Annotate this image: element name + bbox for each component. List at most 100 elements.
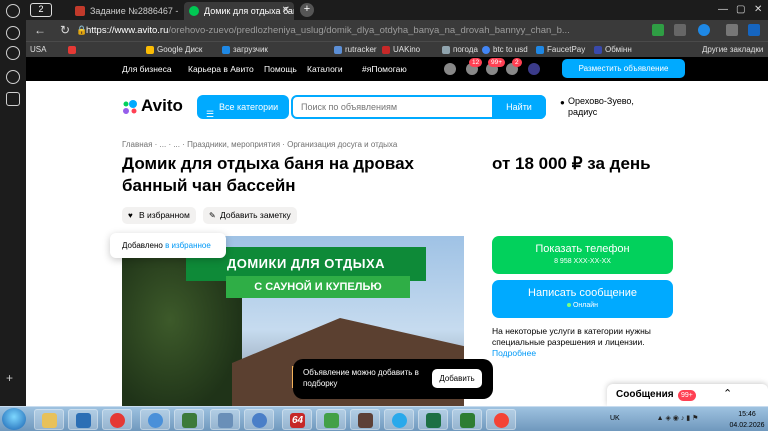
- folder-icon: [42, 413, 57, 428]
- phone-masked: 8 958 XXX-XX-XX: [554, 258, 611, 265]
- profile-icon[interactable]: [6, 4, 20, 18]
- messages-panel[interactable]: Сообщения 99+ ⌃: [607, 384, 768, 406]
- add-note-button[interactable]: ✎ Добавить заметку: [203, 207, 297, 224]
- location-city: Орехово-Зуево,: [568, 96, 634, 106]
- link-catalogs[interactable]: Каталоги: [307, 57, 343, 81]
- categories-label: Все категории: [219, 102, 279, 112]
- post-ad-button[interactable]: Разместить объявление: [562, 59, 685, 78]
- avito-logo[interactable]: Avito: [121, 96, 183, 116]
- add-panel-icon[interactable]: +: [6, 372, 20, 386]
- taskbar-app-green[interactable]: [452, 409, 482, 430]
- close-window-icon[interactable]: ✕: [754, 0, 762, 20]
- write-message-button[interactable]: Написать сообщение Онлайн: [492, 280, 673, 318]
- bookmark-weather[interactable]: погода: [442, 43, 478, 57]
- taskbar-network[interactable]: [140, 409, 170, 430]
- avatar[interactable]: [528, 63, 540, 75]
- tab-task[interactable]: Задание №2886467 - про: [70, 2, 180, 20]
- excel-icon: [426, 413, 441, 428]
- favorites-link[interactable]: в избранное: [165, 241, 211, 250]
- search-icon: ☰: [206, 109, 215, 119]
- cart-badge: 2: [512, 58, 522, 67]
- tab-label: Домик для отдыха баня: [204, 6, 294, 16]
- bookmark-usa[interactable]: USA: [30, 43, 46, 57]
- bookmark-icon: [68, 46, 76, 54]
- globe-icon: [148, 413, 163, 428]
- tree-icon: [182, 413, 197, 428]
- heart-icon: ♥: [128, 211, 133, 220]
- bookmark-faucetpay[interactable]: FaucetPay: [536, 43, 585, 57]
- bookmark-exchange[interactable]: Обмінн: [594, 43, 632, 57]
- reload-icon[interactable]: ↻: [60, 23, 70, 37]
- taskbar-yandex[interactable]: [486, 409, 516, 430]
- heart-icon[interactable]: [444, 63, 456, 75]
- five-icon[interactable]: [6, 92, 20, 106]
- extension-icon[interactable]: [698, 24, 710, 36]
- link-business[interactable]: Для бизнеса: [122, 57, 172, 81]
- tray-icons[interactable]: ▲ ◈ ◉ ♪ ▮ ⚑: [630, 413, 725, 424]
- bookmark-icons[interactable]: [68, 43, 144, 57]
- clock[interactable]: 15:46 04.02.2026: [728, 409, 766, 431]
- maximize-icon[interactable]: ▢: [736, 0, 745, 20]
- search-button[interactable]: Найти: [492, 95, 546, 119]
- messages-badge: 99+: [488, 58, 506, 67]
- bookmark-rutracker[interactable]: rutracker: [334, 43, 377, 57]
- bookmark-other[interactable]: Другие закладки: [702, 43, 763, 57]
- search-input[interactable]: [301, 100, 491, 114]
- license-text: На некоторые услуги в категории нужны сп…: [492, 326, 651, 347]
- chevron-up-icon[interactable]: ⌃: [723, 387, 732, 400]
- all-categories-button[interactable]: ☰ Все категории: [197, 95, 289, 119]
- bookmark-uakino[interactable]: UAKino: [382, 43, 420, 57]
- collection-toast: Объявление можно добавить в подборку Доб…: [293, 359, 493, 399]
- taskbar-app-mountain[interactable]: [210, 409, 240, 430]
- bookmark-btc[interactable]: btc to usd: [482, 43, 528, 57]
- link-career[interactable]: Карьера в Авито: [188, 57, 254, 81]
- new-tab-button[interactable]: +: [300, 3, 314, 17]
- add-to-collection-button[interactable]: Добавить: [432, 369, 482, 388]
- taskbar-app-cam[interactable]: [350, 409, 380, 430]
- taskbar-app-64[interactable]: 64: [282, 409, 312, 430]
- url-field[interactable]: https://www.avito.ru/orehovo-zuevo/predl…: [86, 23, 646, 39]
- download-icon[interactable]: [652, 24, 664, 36]
- breadcrumb[interactable]: Главная · ... · ... · Праздники, меропри…: [122, 140, 397, 149]
- more-link[interactable]: Подробнее: [492, 348, 682, 359]
- language-indicator[interactable]: UK: [610, 413, 620, 424]
- show-phone-label: Показать телефон: [535, 243, 630, 255]
- slice-icon: [324, 413, 339, 428]
- camera-icon: [358, 413, 373, 428]
- tab-avito[interactable]: Домик для отдыха баня ✕: [184, 2, 294, 20]
- menu-icon[interactable]: [726, 24, 738, 36]
- whatsapp-icon[interactable]: [6, 46, 20, 60]
- taskbar-chrome[interactable]: [102, 409, 132, 430]
- tab-count-badge[interactable]: 2: [30, 3, 52, 17]
- taskbar-app-slice[interactable]: [316, 409, 346, 430]
- windows-taskbar: 64 UK ▲ ◈ ◉ ♪ ▮ ⚑ 15:46 04.02.2026: [0, 406, 768, 431]
- clock-date: 04.02.2026: [729, 422, 765, 429]
- taskbar-explorer[interactable]: [34, 409, 64, 430]
- start-button[interactable]: [2, 408, 26, 430]
- favorite-button[interactable]: ♥ В избранном: [122, 207, 196, 224]
- back-icon[interactable]: ←: [34, 23, 46, 37]
- tab-strip: 2 Задание №2886467 - про Домик для отдых…: [26, 0, 768, 20]
- minimize-icon[interactable]: —: [718, 0, 728, 20]
- taskbar-excel[interactable]: [418, 409, 448, 430]
- bookmark-google-drive[interactable]: Google Диск: [146, 43, 202, 57]
- sp-favicon-icon: [75, 6, 85, 16]
- history-icon[interactable]: [6, 26, 20, 40]
- link-help[interactable]: Помощь: [264, 57, 297, 81]
- note-label: Добавить заметку: [220, 210, 291, 220]
- link-i-help[interactable]: #яПомогаю: [362, 57, 407, 81]
- clock-time: 15:46: [738, 411, 756, 418]
- taskbar-app-tree[interactable]: [174, 409, 204, 430]
- favorite-label: В избранном: [139, 210, 190, 220]
- google-icon: [482, 46, 490, 54]
- bookmark-downloader[interactable]: загрузчик: [222, 43, 268, 57]
- player-icon[interactable]: [6, 70, 20, 84]
- vpn-icon[interactable]: [748, 24, 760, 36]
- location-selector[interactable]: ● Орехово-Зуево, радиус: [560, 96, 634, 118]
- taskbar-telegram[interactable]: [384, 409, 414, 430]
- taskbar-app-w[interactable]: [68, 409, 98, 430]
- show-phone-button[interactable]: Показать телефон 8 958 XXX-XX-XX: [492, 236, 673, 274]
- bookmark-icon[interactable]: [674, 24, 686, 36]
- close-tab-icon[interactable]: ✕: [282, 2, 290, 20]
- taskbar-app-ball[interactable]: [244, 409, 274, 430]
